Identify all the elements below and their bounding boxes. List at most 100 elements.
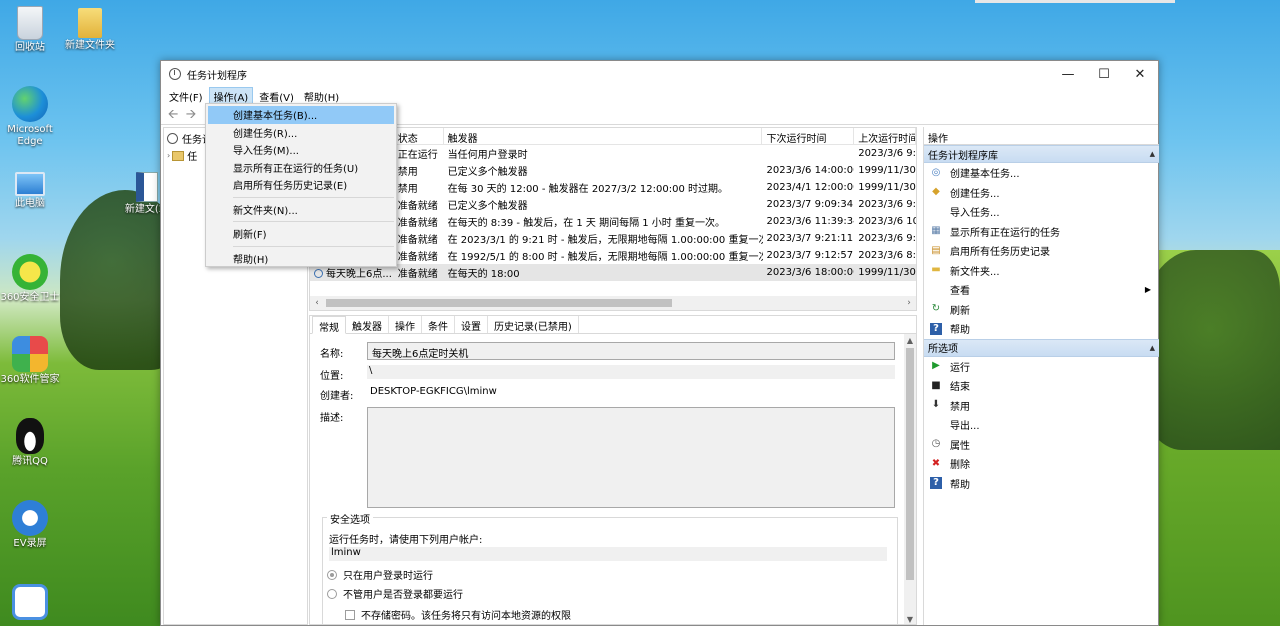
action-item[interactable]: ? 帮助 — [924, 319, 1159, 339]
section-library[interactable]: 任务计划程序库 ▲ — [924, 145, 1159, 163]
menu-view[interactable]: 查看(V) — [255, 88, 298, 105]
action-label: 显示所有正在运行的任务 — [950, 227, 1060, 239]
desktop-icon-ev-recorder[interactable]: EV录屏 — [0, 500, 62, 550]
tab-history[interactable]: 历史记录(已禁用) — [488, 316, 579, 333]
cell-last: 2023/3/6 9:1 — [858, 199, 917, 210]
action-item[interactable]: 导出... — [924, 415, 1159, 435]
desktop-icon-extra[interactable] — [0, 584, 62, 622]
table-row[interactable]: 禁用 在每 30 天的 12:00 - 触发器在 2027/3/2 12:00:0… — [310, 179, 916, 196]
menu-item[interactable]: 显示所有正在运行的任务(U) — [206, 159, 396, 177]
help-icon: ? — [930, 322, 942, 335]
cell-last: 2023/3/6 8:4 — [858, 250, 917, 261]
cell-last: 2023/3/6 10 — [858, 216, 917, 227]
cell-next: 2023/3/6 11:39:34 — [766, 216, 855, 227]
collapse-icon[interactable]: ▲ — [1150, 344, 1155, 352]
minimize-button[interactable]: — — [1050, 61, 1086, 87]
action-item[interactable]: ↻ 刷新 — [924, 300, 1159, 320]
column-trigger[interactable]: 触发器 — [444, 128, 763, 144]
action-item[interactable]: ? 帮助 — [924, 474, 1159, 494]
action-item[interactable]: ✖ 删除 — [924, 454, 1159, 474]
scroll-thumb[interactable] — [326, 299, 672, 307]
scroll-down-icon[interactable]: ▼ — [904, 615, 916, 624]
table-row[interactable]: 每天晚上6点... 准备就绪 在每天的 18:00 2023/3/6 18:00:00… — [310, 264, 916, 281]
desktop-icon-edge[interactable]: Microsoft Edge — [0, 86, 62, 148]
clock-icon — [167, 133, 178, 144]
desktop-icon-recycle-bin[interactable]: 回收站 — [0, 6, 62, 54]
column-last-run[interactable]: 上次运行时间 — [854, 128, 916, 144]
action-item[interactable]: ▤ 启用所有任务历史记录 — [924, 241, 1159, 261]
window-title: 任务计划程序 — [187, 70, 247, 82]
action-item[interactable]: ▬ 新文件夹... — [924, 261, 1159, 281]
security-options-group: 安全选项 运行任务时，请使用下列用户帐户: lminw 只在用户登录时运行 不管… — [322, 511, 898, 624]
table-row[interactable]: 准备就绪 在每天的 8:39 - 触发后，在 1 天 期间每隔 1 小时 重复一次… — [310, 213, 916, 230]
action-label: 刷新 — [950, 305, 970, 317]
action-item[interactable]: ◆ 创建任务... — [924, 183, 1159, 203]
blank-icon — [930, 206, 942, 218]
checkbox-no-store-password[interactable]: 不存储密码。该任务将只有访问本地资源的权限 — [345, 607, 571, 622]
menu-item[interactable]: 创建基本任务(B)... — [208, 106, 394, 124]
cell-trigger: 已定义多个触发器 — [447, 167, 528, 178]
history-icon: ▤ — [931, 244, 941, 256]
action-item[interactable]: ■ 结束 — [924, 376, 1159, 396]
action-item[interactable]: 查看 ▶ — [924, 280, 1159, 300]
properties-icon: ◷ — [931, 438, 941, 450]
action-item[interactable]: ◎ 创建基本任务... — [924, 163, 1159, 183]
maximize-button[interactable]: ☐ — [1086, 61, 1122, 87]
action-label: 导入任务... — [950, 208, 1000, 220]
horizontal-scrollbar[interactable]: ‹ › — [310, 296, 916, 310]
tab-actions[interactable]: 操作 — [389, 316, 422, 333]
title-bar[interactable]: 任务计划程序 — ☐ ✕ — [161, 61, 1158, 87]
scroll-right-icon[interactable]: › — [902, 298, 916, 308]
desktop-icon-this-pc[interactable]: 此电脑 — [0, 172, 62, 210]
tab-triggers[interactable]: 触发器 — [346, 316, 389, 333]
back-arrow-icon[interactable]: 🡨 — [165, 107, 181, 122]
blank-icon — [930, 419, 942, 431]
forward-arrow-icon[interactable]: 🡪 — [183, 107, 199, 122]
desktop-icon-new-folder[interactable]: 新建文件夹 — [58, 8, 122, 52]
vertical-scrollbar[interactable]: ▲ ▼ — [904, 334, 916, 624]
task-list: 状态 触发器 下次运行时间 上次运行时间 正在运行 当任何用户登录时 2023/3/… — [309, 127, 917, 311]
menu-item[interactable]: 新文件夹(N)... — [206, 201, 396, 219]
cell-trigger: 已定义多个触发器 — [447, 201, 528, 212]
desktop-icon-360-software[interactable]: 360软件管家 — [0, 336, 62, 386]
tab-conditions[interactable]: 条件 — [422, 316, 455, 333]
collapse-icon[interactable]: ▲ — [1150, 150, 1155, 158]
description-field[interactable] — [367, 407, 895, 508]
delete-icon: ✖ — [931, 457, 941, 469]
action-item[interactable]: ◷ 属性 — [924, 435, 1159, 455]
table-row[interactable]: 准备就绪在 1992/5/1 的 8:00 时 - 触发后，无限期地每隔 1.0… — [310, 247, 916, 264]
action-item[interactable]: 导入任务... — [924, 202, 1159, 222]
radio-run-logged-on[interactable]: 只在用户登录时运行 — [327, 567, 433, 582]
menu-item[interactable]: 帮助(H) — [206, 250, 396, 268]
cell-last: 2023/3/6 9:2 — [858, 233, 917, 244]
table-row[interactable]: 正在运行 当任何用户登录时 2023/3/6 9:2 — [310, 145, 916, 162]
cell-trigger: 在每 30 天的 12:00 - 触发器在 2027/3/2 12:00:00 … — [447, 184, 728, 195]
menu-item[interactable]: 刷新(F) — [206, 225, 396, 243]
action-item[interactable]: ▦ 显示所有正在运行的任务 — [924, 222, 1159, 242]
menu-item[interactable]: 导入任务(M)... — [206, 141, 396, 159]
column-next-run[interactable]: 下次运行时间 — [762, 128, 855, 144]
menu-item[interactable]: 创建任务(R)... — [206, 124, 396, 142]
action-item[interactable]: ⬇ 禁用 — [924, 396, 1159, 416]
desktop-icon-qq[interactable]: 腾讯QQ — [0, 418, 62, 468]
scroll-thumb[interactable] — [906, 348, 914, 580]
section-selected[interactable]: 所选项 ▲ — [924, 338, 1159, 357]
tab-general[interactable]: 常规 — [312, 316, 346, 334]
table-row[interactable]: 准备就绪在 2023/3/1 的 9:21 时 - 触发后，无限期地每隔 1.0… — [310, 230, 916, 247]
table-row[interactable]: 准备就绪 已定义多个触发器 2023/3/7 9:09:34 2023/3/6 9:1 — [310, 196, 916, 213]
scroll-left-icon[interactable]: ‹ — [310, 298, 324, 308]
scroll-up-icon[interactable]: ▲ — [904, 336, 916, 345]
table-row[interactable]: 禁用 已定义多个触发器 2023/3/6 14:00:00 1999/11/30 — [310, 162, 916, 179]
recycle-bin-icon — [17, 6, 43, 40]
action-item[interactable]: ▶ 运行 — [924, 357, 1159, 377]
tab-settings[interactable]: 设置 — [455, 316, 488, 333]
radio-run-always[interactable]: 不管用户是否登录都要运行 — [327, 586, 463, 601]
column-status[interactable]: 状态 — [394, 128, 444, 144]
menu-file[interactable]: 文件(F) — [165, 88, 207, 105]
menu-item[interactable]: 启用所有任务历史记录(E) — [206, 176, 396, 194]
menu-help[interactable]: 帮助(H) — [300, 88, 343, 105]
detail-tabs: 常规 触发器 操作 条件 设置 历史记录(已禁用) — [310, 316, 916, 334]
desktop-icon-360-guard[interactable]: 360安全卫士 — [0, 254, 62, 304]
close-button[interactable]: ✕ — [1122, 61, 1158, 87]
name-field[interactable]: 每天晚上6点定时关机 — [367, 342, 895, 360]
